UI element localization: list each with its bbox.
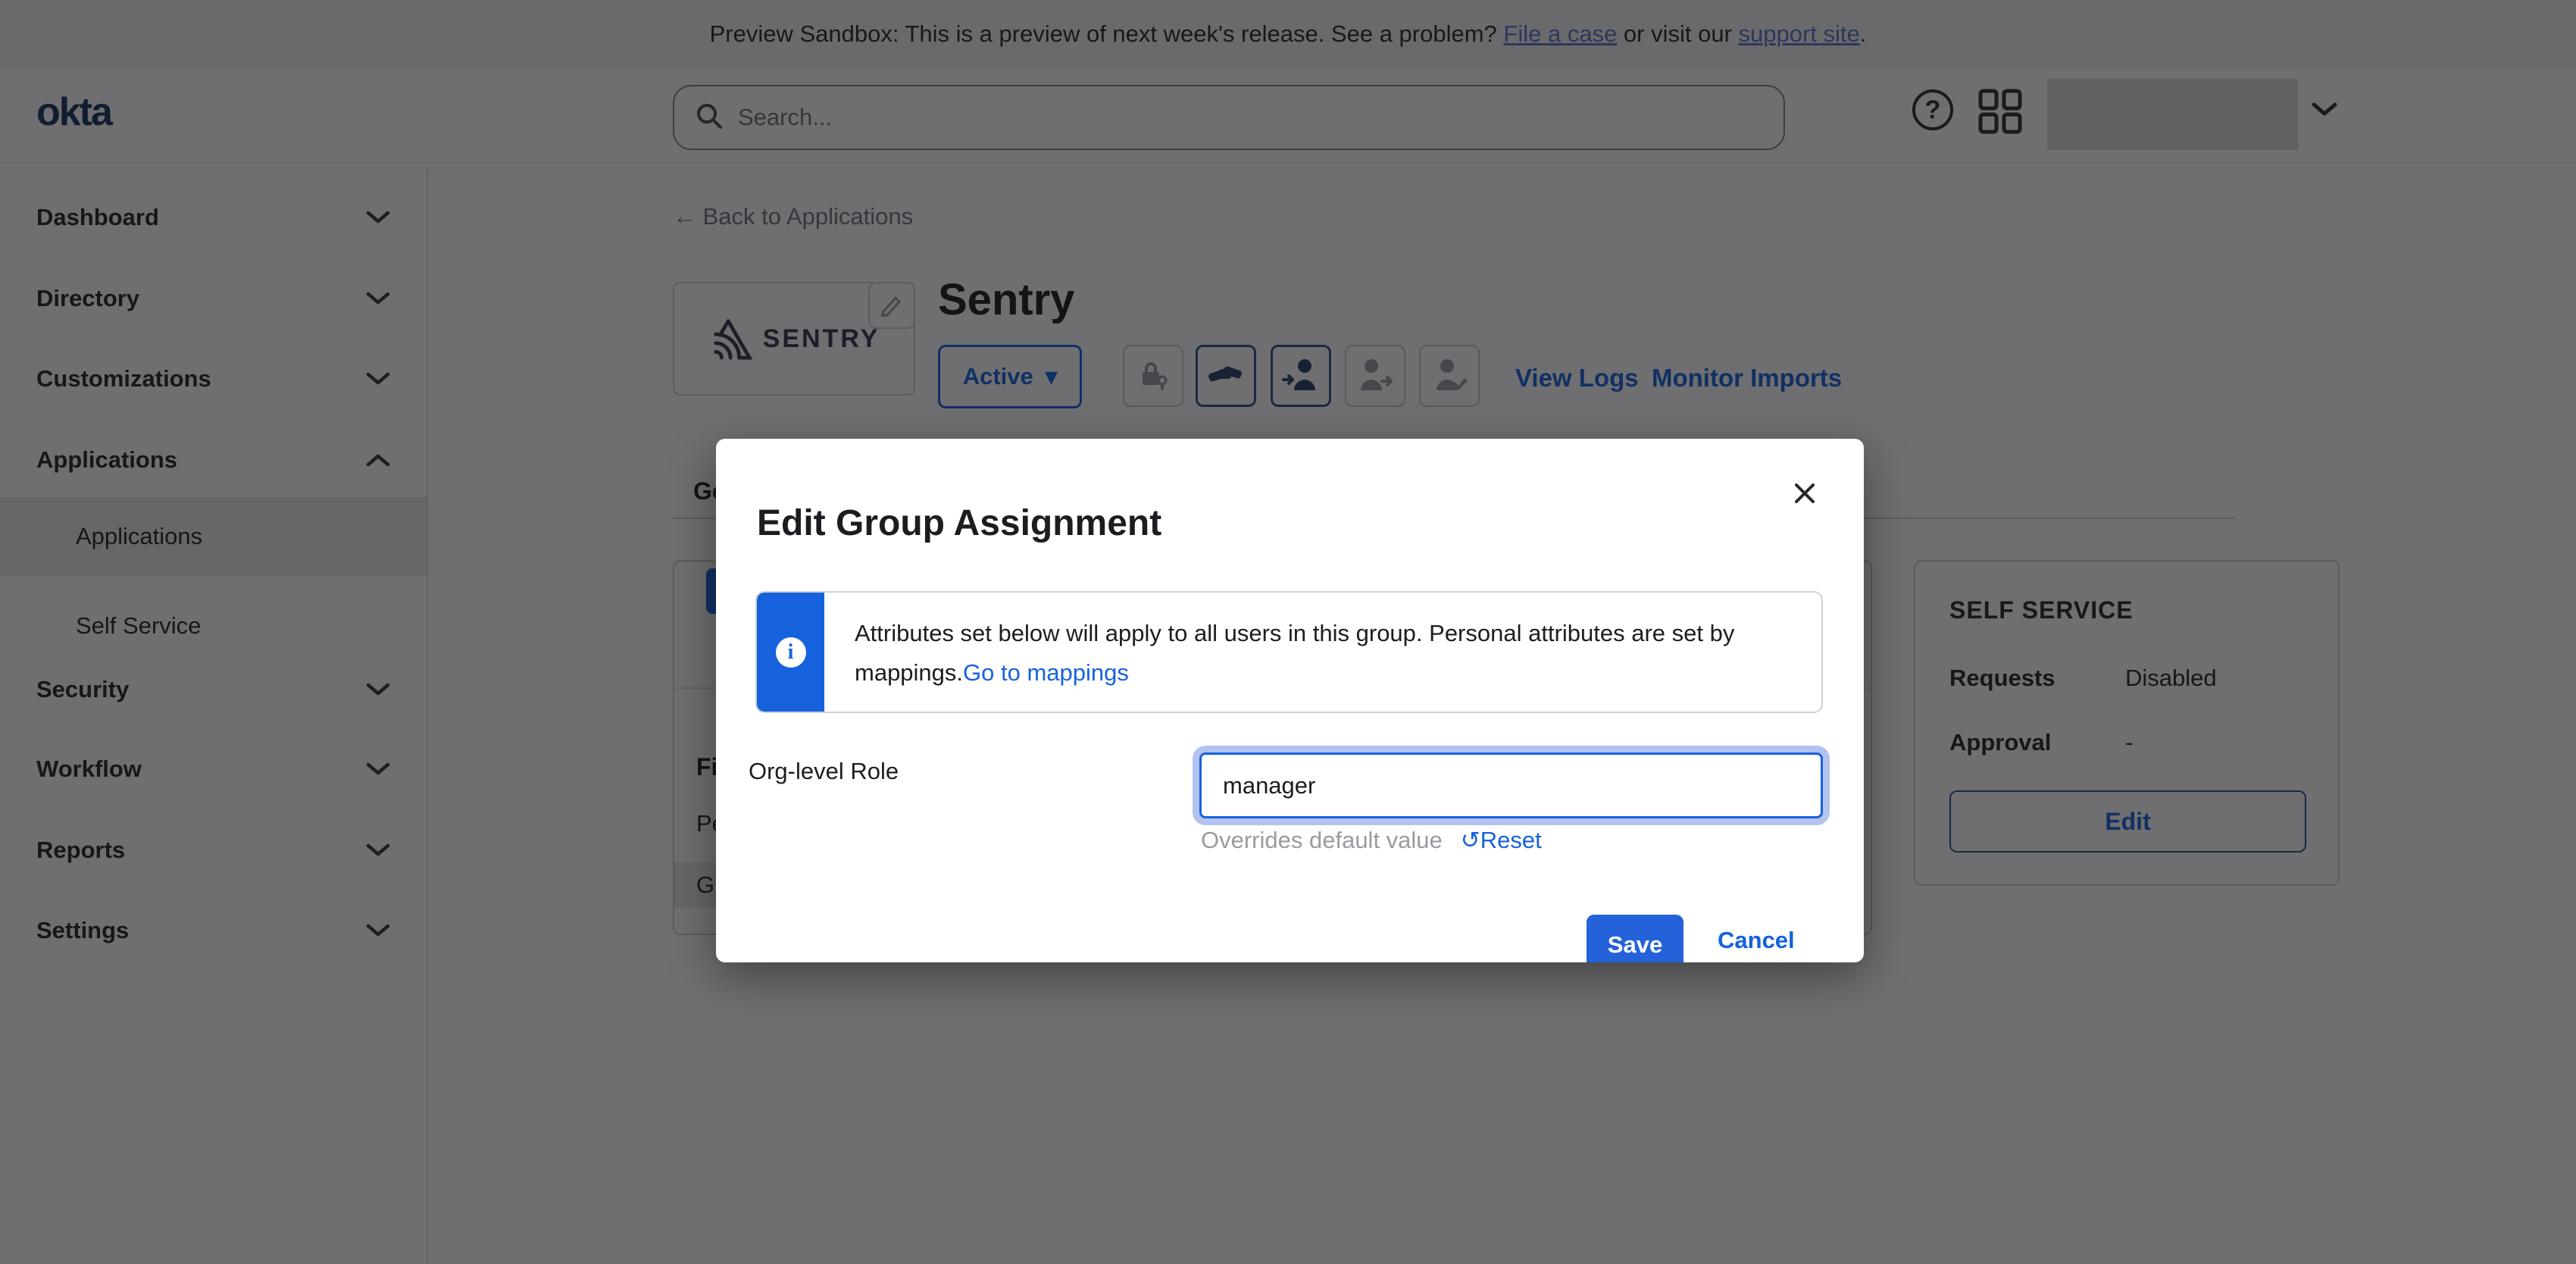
- info-icon: i: [776, 637, 806, 668]
- close-icon[interactable]: [1790, 478, 1820, 508]
- org-level-role-input[interactable]: [1199, 752, 1823, 818]
- modal-title: Edit Group Assignment: [757, 502, 1161, 544]
- save-button[interactable]: Save: [1587, 915, 1683, 962]
- info-alert: i Attributes set below will apply to all…: [755, 591, 1823, 713]
- reset-link[interactable]: ↺Reset: [1461, 827, 1542, 854]
- okta-admin-screen: Preview Sandbox: This is a preview of ne…: [0, 0, 2576, 1264]
- go-to-mappings-link[interactable]: Go to mappings: [963, 659, 1129, 686]
- cancel-button[interactable]: Cancel: [1718, 927, 1795, 954]
- overrides-helper-text: Overrides default value: [1201, 827, 1443, 854]
- edit-group-assignment-modal: Edit Group Assignment i Attributes set b…: [716, 439, 1864, 962]
- reset-icon: ↺: [1461, 827, 1480, 853]
- org-level-role-label: Org-level Role: [749, 758, 899, 785]
- info-alert-bar: i: [757, 593, 824, 712]
